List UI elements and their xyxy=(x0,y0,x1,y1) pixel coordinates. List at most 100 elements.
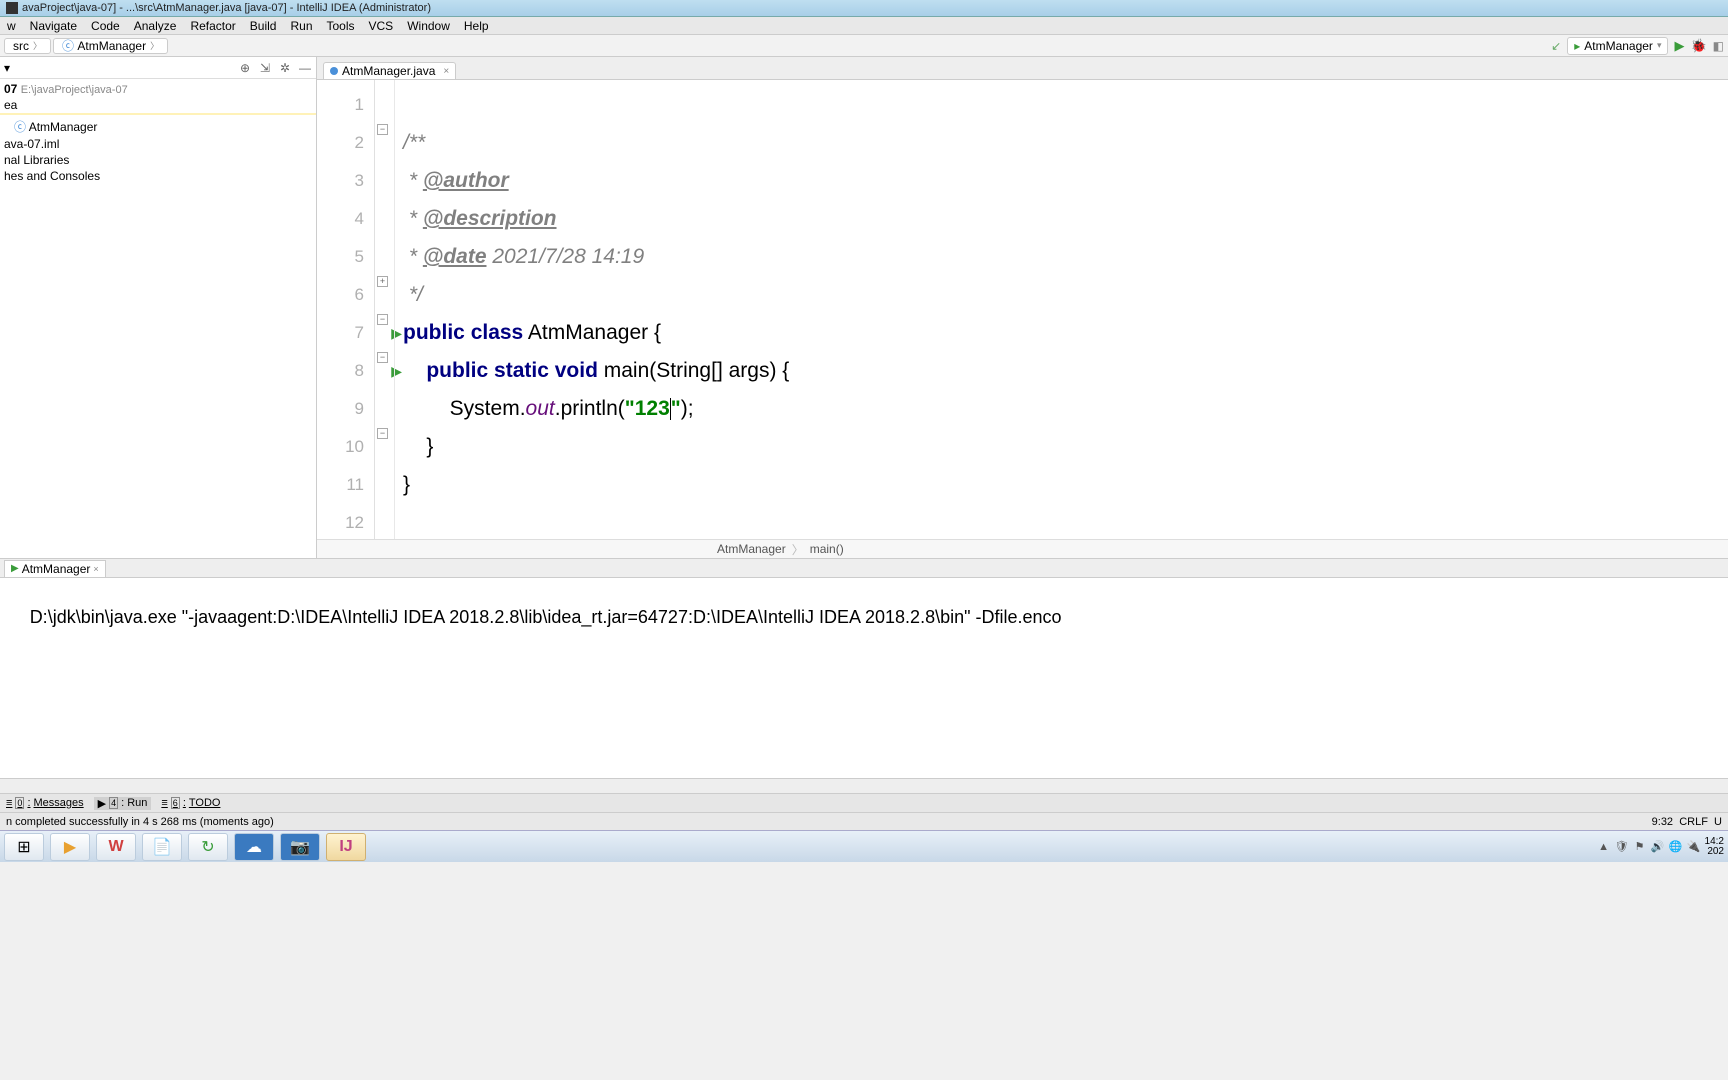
line-number: 10 xyxy=(317,428,374,466)
tab-label: AtmManager.java xyxy=(342,64,435,78)
tray-icon[interactable]: 🔌 xyxy=(1687,840,1701,854)
code-content[interactable]: /** * @author * @description * @date 202… xyxy=(395,80,1728,539)
fold-toggle[interactable]: − xyxy=(377,352,388,363)
taskbar-app[interactable]: 📷 xyxy=(280,833,320,861)
code-editor[interactable]: 1 2 3 4 5 6 7▶ 8▶ 9 10 11 12 − + − − − xyxy=(317,80,1728,539)
project-header: ▾ ⊕ ⇲ ✲ — xyxy=(0,57,316,79)
tray-icon[interactable]: ⚑ xyxy=(1633,840,1647,854)
target-icon[interactable]: ⊕ xyxy=(238,61,252,75)
editor-tabs: AtmManager.java × xyxy=(317,57,1728,80)
class-icon xyxy=(330,67,338,75)
line-number: 8▶ xyxy=(317,352,374,390)
breadcrumb-label: src xyxy=(13,39,29,53)
line-number: 12 xyxy=(317,504,374,539)
tree-row[interactable]: hes and Consoles xyxy=(0,168,316,184)
menu-item[interactable]: Tools xyxy=(320,19,362,33)
tool-tab-messages[interactable]: ≡ 0: Messages xyxy=(6,797,84,809)
line-number: 3 xyxy=(317,162,374,200)
run-button[interactable]: ▶ xyxy=(1674,38,1684,54)
tree-root[interactable]: 07 E:\javaProject\java-07 xyxy=(0,81,316,97)
status-message: n completed successfully in 4 s 268 ms (… xyxy=(6,816,274,828)
fold-toggle[interactable]: − xyxy=(377,314,388,325)
menu-item[interactable]: Analyze xyxy=(127,19,184,33)
run-tab-label: AtmManager xyxy=(22,562,91,576)
menu-bar[interactable]: w Navigate Code Analyze Refactor Build R… xyxy=(0,17,1728,35)
tray-icon[interactable]: 🌐 xyxy=(1669,840,1683,854)
close-icon[interactable]: × xyxy=(443,66,449,77)
menu-item[interactable]: Code xyxy=(84,19,127,33)
taskbar-app[interactable]: 📄 xyxy=(142,833,182,861)
chevron-down-icon: ▾ xyxy=(1657,40,1662,51)
tree-row[interactable]: ⓒ AtmManager xyxy=(0,117,316,136)
menu-item[interactable]: Navigate xyxy=(23,19,84,33)
taskbar-app[interactable]: ▶ xyxy=(50,833,90,861)
line-number: 5 xyxy=(317,238,374,276)
tray-icon[interactable]: 🔊 xyxy=(1651,840,1665,854)
tool-tab-run[interactable]: ▶ 4: Run xyxy=(94,797,152,810)
run-tool-header: ▶ AtmManager × xyxy=(0,558,1728,578)
editor-breadcrumbs[interactable]: AtmManager 〉 main() xyxy=(317,539,1728,558)
fold-toggle[interactable]: − xyxy=(377,428,388,439)
menu-item[interactable]: VCS xyxy=(362,19,401,33)
taskbar-app[interactable]: ☁ xyxy=(234,833,274,861)
console-output[interactable]: D:\jdk\bin\java.exe "-javaagent:D:\IDEA\… xyxy=(0,578,1728,778)
start-button[interactable]: ⊞ xyxy=(4,833,44,861)
line-gutter: 1 2 3 4 5 6 7▶ 8▶ 9 10 11 12 xyxy=(317,80,375,539)
tree-row[interactable]: nal Libraries xyxy=(0,152,316,168)
tree-row[interactable]: ea xyxy=(0,97,316,113)
line-number: 9 xyxy=(317,390,374,428)
taskbar-app[interactable]: ↻ xyxy=(188,833,228,861)
taskbar-clock[interactable]: 14:2 202 xyxy=(1705,837,1724,857)
hide-icon[interactable]: — xyxy=(298,61,312,75)
line-number: 6 xyxy=(317,276,374,314)
navigation-bar: src 〉 ⓒ AtmManager 〉 ↙ ▸ AtmManager ▾ ▶ … xyxy=(0,35,1728,57)
collapse-icon[interactable]: ⇲ xyxy=(258,61,272,75)
breadcrumb-class[interactable]: ⓒ AtmManager 〉 xyxy=(53,38,168,54)
close-icon[interactable]: × xyxy=(93,564,98,574)
tree-row[interactable]: ava-07.iml xyxy=(0,136,316,152)
line-number: 7▶ xyxy=(317,314,374,352)
fold-toggle[interactable]: + xyxy=(377,276,388,287)
editor-area: AtmManager.java × 1 2 3 4 5 6 7▶ 8▶ 9 10… xyxy=(317,57,1728,558)
menu-item[interactable]: w xyxy=(0,19,23,33)
cursor-position[interactable]: 9:32 xyxy=(1652,816,1673,828)
breadcrumb-item[interactable]: main() xyxy=(810,542,844,556)
line-ending[interactable]: CRLF xyxy=(1679,816,1708,828)
fold-toggle[interactable]: − xyxy=(377,124,388,135)
tool-tab-todo[interactable]: ≡ 6: TODO xyxy=(161,797,220,809)
breadcrumb-src[interactable]: src 〉 xyxy=(4,38,51,54)
chevron-right-icon: 〉 xyxy=(150,39,159,52)
console-text: D:\jdk\bin\java.exe "-javaagent:D:\IDEA\… xyxy=(30,607,1062,627)
menu-item[interactable]: Refactor xyxy=(183,19,242,33)
menu-item[interactable]: Help xyxy=(457,19,496,33)
chevron-right-icon: 〉 xyxy=(33,39,42,52)
editor-tab[interactable]: AtmManager.java × xyxy=(323,62,456,79)
breadcrumb-item[interactable]: AtmManager xyxy=(717,542,786,556)
project-tree[interactable]: 07 E:\javaProject\java-07 ea ⓒ AtmManage… xyxy=(0,79,316,558)
run-tab[interactable]: ▶ AtmManager × xyxy=(4,560,106,577)
app-icon xyxy=(6,2,18,14)
build-icon[interactable]: ↙ xyxy=(1551,39,1561,53)
tray-icon[interactable]: 🛡 xyxy=(1615,840,1629,854)
menu-item[interactable]: Build xyxy=(243,19,284,33)
system-tray: ▲ 🛡 ⚑ 🔊 🌐 🔌 14:2 202 xyxy=(1597,837,1724,857)
taskbar-app-intellij[interactable]: IJ xyxy=(326,833,366,861)
taskbar-app[interactable]: W xyxy=(96,833,136,861)
windows-taskbar: ⊞ ▶ W 📄 ↻ ☁ 📷 IJ ▲ 🛡 ⚑ 🔊 🌐 🔌 14:2 202 xyxy=(0,830,1728,862)
bottom-tool-tabs: ≡ 0: Messages ▶ 4: Run ≡ 6: TODO xyxy=(0,793,1728,812)
line-number: 4 xyxy=(317,200,374,238)
run-config-dropdown[interactable]: ▸ AtmManager ▾ xyxy=(1567,37,1668,55)
debug-button[interactable]: 🐞 xyxy=(1690,38,1706,54)
breadcrumb-label: AtmManager xyxy=(77,39,146,53)
spacer xyxy=(0,778,1728,793)
line-number: 11 xyxy=(317,466,374,504)
gear-icon[interactable]: ✲ xyxy=(278,61,292,75)
menu-item[interactable]: Window xyxy=(400,19,457,33)
project-tool-window: ▾ ⊕ ⇲ ✲ — 07 E:\javaProject\java-07 ea ⓒ… xyxy=(0,57,317,558)
tray-icon[interactable]: ▲ xyxy=(1597,840,1611,854)
encoding[interactable]: U xyxy=(1714,816,1722,828)
line-number: 1 xyxy=(317,86,374,124)
coverage-button[interactable]: ◧ xyxy=(1713,39,1724,53)
menu-item[interactable]: Run xyxy=(283,19,319,33)
window-title: avaProject\java-07] - ...\src\AtmManager… xyxy=(22,2,431,14)
